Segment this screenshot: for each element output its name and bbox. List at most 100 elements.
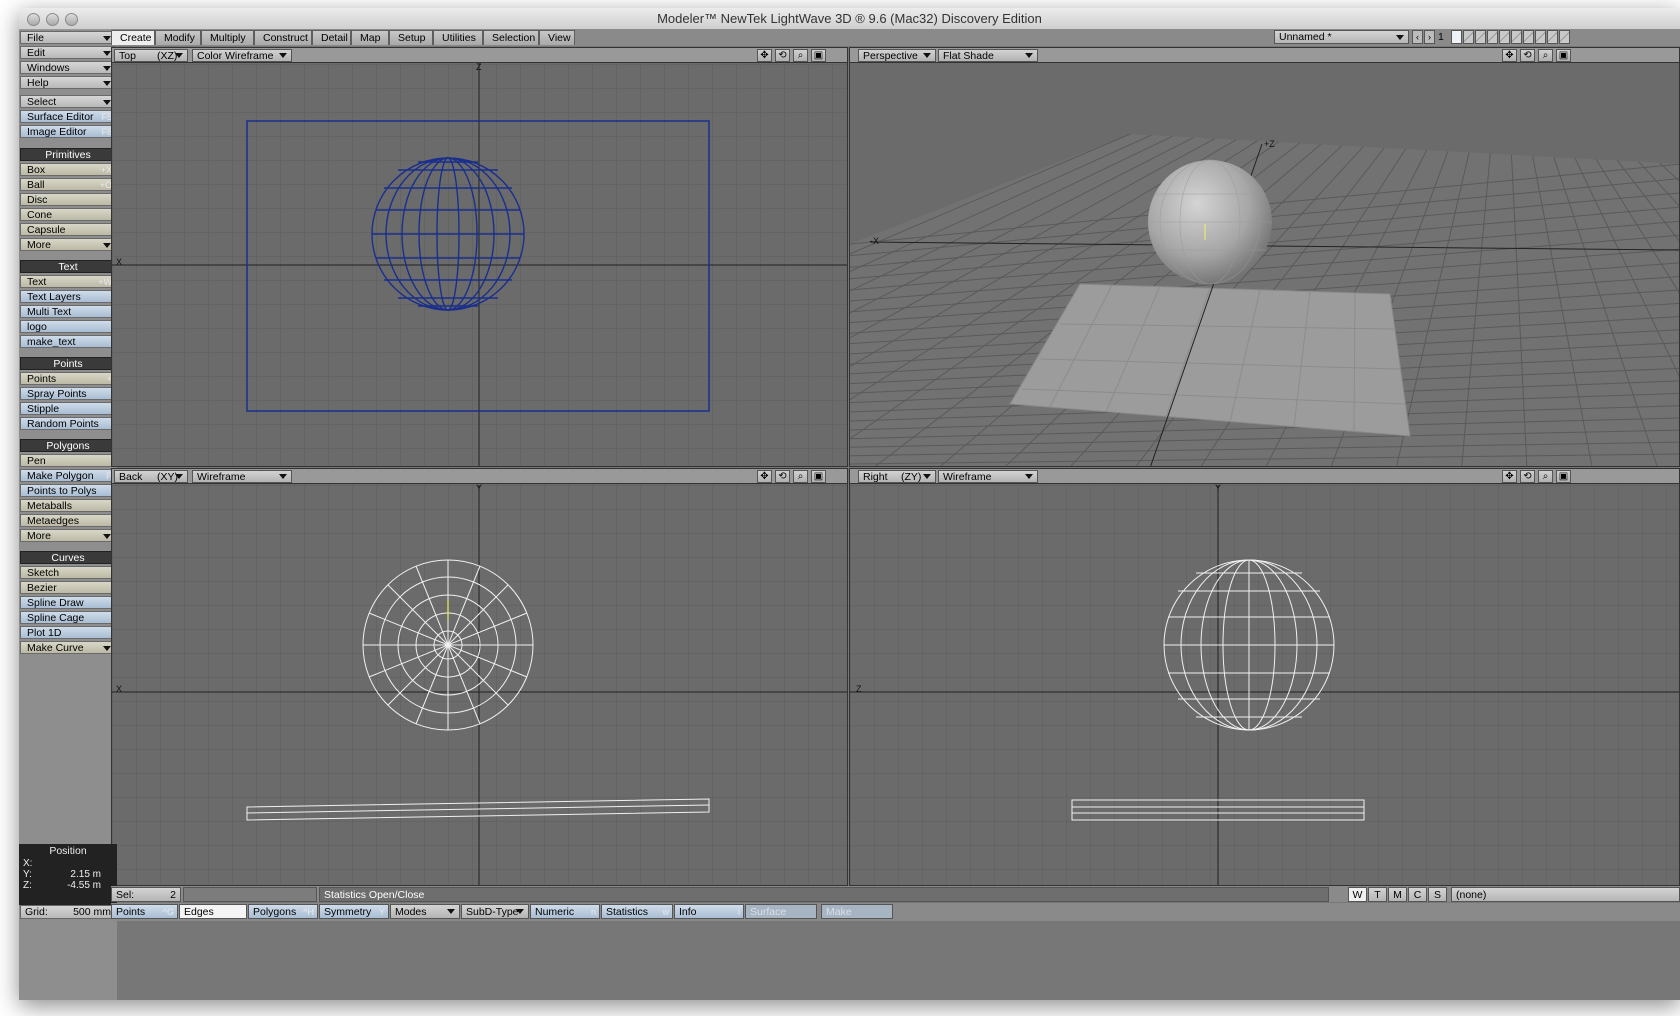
view-select[interactable]: Perspective	[858, 49, 936, 62]
rotate-view-icon[interactable]: ⟲	[775, 470, 790, 483]
layer-button[interactable]	[1535, 30, 1546, 44]
zoom-view-icon[interactable]: ⌕	[793, 470, 808, 483]
view-select[interactable]: Right (ZY)	[858, 470, 936, 483]
layer-button[interactable]	[1559, 30, 1570, 44]
render-mode-select[interactable]: Color Wireframe	[192, 49, 292, 62]
subd-type-dropdown[interactable]: SubD-Type	[461, 904, 529, 919]
zoom-window-icon[interactable]	[65, 13, 78, 26]
viewport-back[interactable]: Back (XY) Wireframe ✥ ⟲ ⌕ ▣ Y X	[111, 468, 848, 886]
toggle-s[interactable]: S	[1428, 887, 1447, 902]
curves-make-curve-button[interactable]: Make Curve	[20, 641, 116, 654]
surface-display[interactable]: (none)	[1451, 887, 1680, 902]
points-stipple-button[interactable]: Stipple	[20, 402, 116, 415]
viewport-right[interactable]: Right (ZY) Wireframe ✥ ⟲ ⌕ ▣ Y Z	[849, 468, 1680, 886]
edges-mode-button[interactable]: Edges	[179, 904, 247, 919]
image-editor-button[interactable]: Image Editor F6	[20, 125, 116, 138]
surface-button[interactable]: Surface	[745, 904, 817, 919]
tab-create[interactable]: Create	[111, 30, 155, 45]
tab-view[interactable]: View	[539, 30, 575, 45]
maximize-view-icon[interactable]: ▣	[1556, 470, 1571, 483]
polygons-points-to-polys-button[interactable]: Points to Polys	[20, 484, 116, 497]
maximize-view-icon[interactable]: ▣	[811, 49, 826, 62]
layer-button[interactable]	[1523, 30, 1534, 44]
text-make-text-button[interactable]: make_text	[20, 335, 116, 348]
toggle-c[interactable]: C	[1408, 887, 1427, 902]
move-view-icon[interactable]: ✥	[1502, 49, 1517, 62]
menu-file[interactable]: File	[20, 31, 116, 44]
close-window-icon[interactable]	[27, 13, 40, 26]
layer-button[interactable]	[1547, 30, 1558, 44]
layer-button[interactable]	[1475, 30, 1486, 44]
curves-bezier-button[interactable]: Bezier	[20, 581, 116, 594]
info-button[interactable]: Info i	[674, 904, 744, 919]
layer-button[interactable]	[1463, 30, 1474, 44]
curves-plot-1d-button[interactable]: Plot 1D	[20, 626, 116, 639]
zoom-view-icon[interactable]: ⌕	[1538, 49, 1553, 62]
primitives-more-button[interactable]: More	[20, 238, 116, 251]
surface-editor-button[interactable]: Surface Editor F5	[20, 110, 116, 123]
tab-selection[interactable]: Selection	[483, 30, 539, 45]
symmetry-button[interactable]: Symmetry Y	[319, 904, 389, 919]
polygons-metaballs-button[interactable]: Metaballs	[20, 499, 116, 512]
menu-windows[interactable]: Windows	[20, 61, 116, 74]
polygons-mode-button[interactable]: Polygons ^H	[248, 904, 318, 919]
numeric-button[interactable]: Numeric n	[530, 904, 600, 919]
tab-detail[interactable]: Detail	[312, 30, 351, 45]
menu-edit[interactable]: Edit	[20, 46, 116, 59]
move-view-icon[interactable]: ✥	[757, 470, 772, 483]
move-view-icon[interactable]: ✥	[757, 49, 772, 62]
layer-button[interactable]	[1511, 30, 1522, 44]
points-spray-points-button[interactable]: Spray Points	[20, 387, 116, 400]
text-logo-button[interactable]: logo	[20, 320, 116, 333]
points-random-points-button[interactable]: Random Points	[20, 417, 116, 430]
move-view-icon[interactable]: ✥	[1502, 470, 1517, 483]
rotate-view-icon[interactable]: ⟲	[1520, 470, 1535, 483]
primitives-ball-button[interactable]: Ball +O	[20, 178, 116, 191]
modes-dropdown[interactable]: Modes	[390, 904, 460, 919]
rotate-view-icon[interactable]: ⟲	[1520, 49, 1535, 62]
layer-button[interactable]	[1451, 30, 1462, 44]
minimize-window-icon[interactable]	[46, 13, 59, 26]
layer-button[interactable]	[1499, 30, 1510, 44]
viewport-top[interactable]: Top (XZ) Color Wireframe ✥ ⟲ ⌕ ▣ Z X	[111, 47, 848, 467]
viewport-canvas[interactable]: Y Z	[850, 483, 1679, 885]
maximize-view-icon[interactable]: ▣	[1556, 49, 1571, 62]
points-points-button[interactable]: Points +	[20, 372, 116, 385]
view-select[interactable]: Back (XY)	[114, 470, 188, 483]
menu-help[interactable]: Help	[20, 76, 116, 89]
polygons-pen-button[interactable]: Pen	[20, 454, 116, 467]
tab-setup[interactable]: Setup	[389, 30, 433, 45]
text-text-layers-button[interactable]: Text Layers	[20, 290, 116, 303]
primitives-cone-button[interactable]: Cone	[20, 208, 116, 221]
render-mode-select[interactable]: Flat Shade	[938, 49, 1038, 62]
toggle-w[interactable]: W	[1348, 887, 1367, 902]
viewport-canvas[interactable]: +Z -X	[850, 64, 1679, 466]
toggle-m[interactable]: M	[1388, 887, 1407, 902]
tab-construct[interactable]: Construct	[254, 30, 312, 45]
select-dropdown[interactable]: Select	[20, 95, 116, 108]
make-button[interactable]: Make	[821, 904, 893, 919]
curves-spline-draw-button[interactable]: Spline Draw	[20, 596, 116, 609]
status-message[interactable]: Statistics Open/Close	[319, 887, 1329, 902]
tab-multiply[interactable]: Multiply	[201, 30, 254, 45]
render-mode-select[interactable]: Wireframe	[938, 470, 1038, 483]
curves-spline-cage-button[interactable]: Spline Cage	[20, 611, 116, 624]
polygons-metaedges-button[interactable]: Metaedges	[20, 514, 116, 527]
view-select[interactable]: Top (XZ)	[114, 49, 188, 62]
layer-next-button[interactable]: ›	[1424, 30, 1435, 44]
tab-utilities[interactable]: Utilities	[433, 30, 483, 45]
text-text-button[interactable]: Text +W	[20, 275, 116, 288]
polygons-more-button[interactable]: More	[20, 529, 116, 542]
object-selector[interactable]: Unnamed *	[1274, 30, 1409, 44]
viewport-canvas[interactable]: Y X	[112, 483, 847, 885]
tab-modify[interactable]: Modify	[155, 30, 201, 45]
primitives-disc-button[interactable]: Disc	[20, 193, 116, 206]
layer-prev-button[interactable]: ‹	[1412, 30, 1423, 44]
statistics-button[interactable]: Statistics w	[601, 904, 673, 919]
toggle-t[interactable]: T	[1368, 887, 1387, 902]
layer-button[interactable]	[1487, 30, 1498, 44]
tab-map[interactable]: Map	[351, 30, 389, 45]
points-mode-button[interactable]: Points ^G	[111, 904, 178, 919]
render-mode-select[interactable]: Wireframe	[192, 470, 292, 483]
zoom-view-icon[interactable]: ⌕	[1538, 470, 1553, 483]
